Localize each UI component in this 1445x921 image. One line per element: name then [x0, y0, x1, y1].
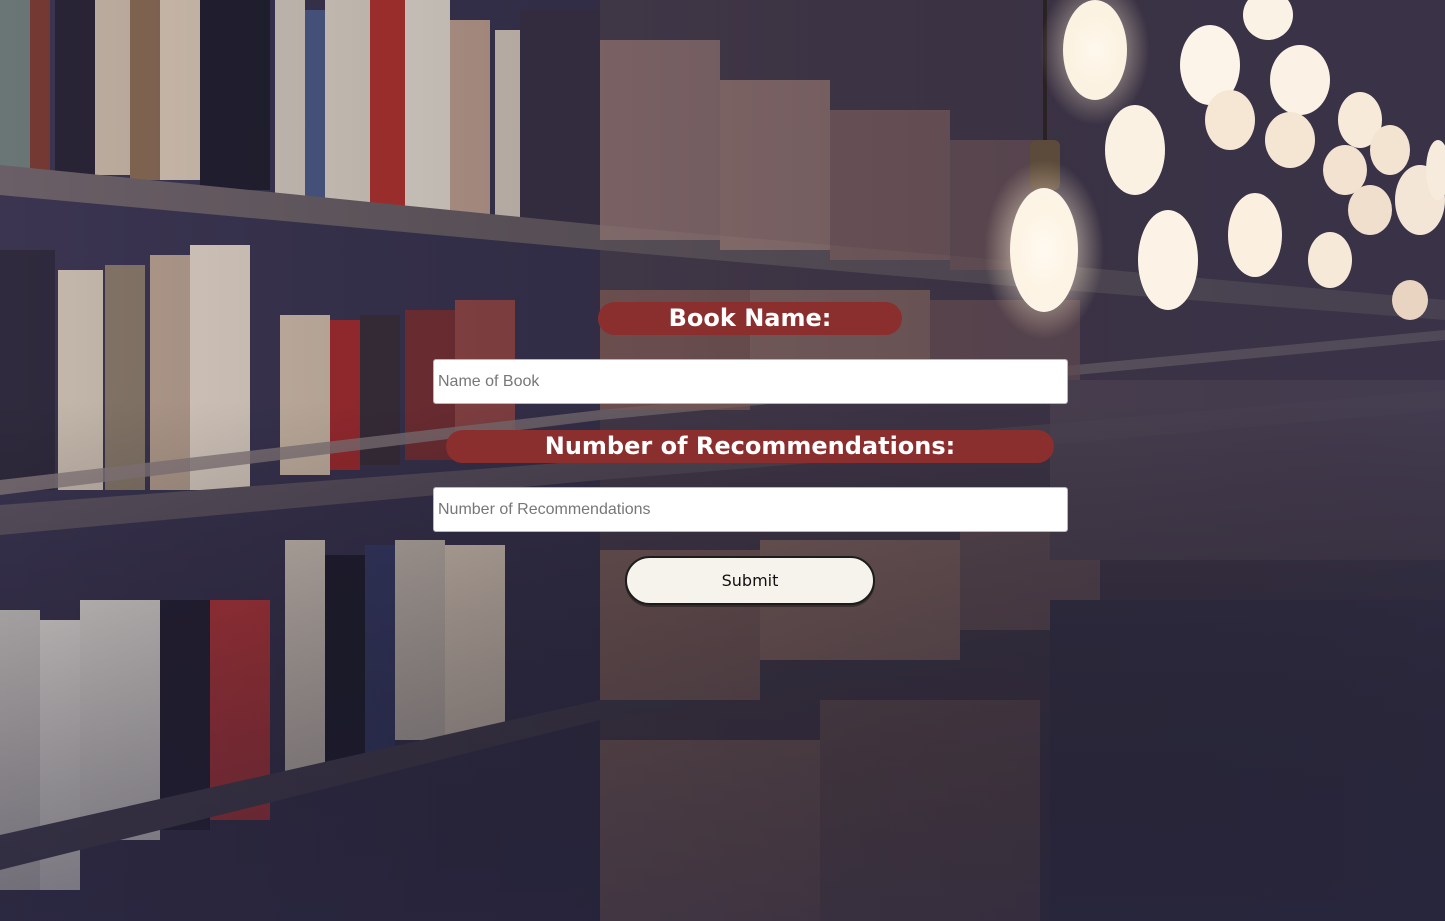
recommendations-count-input[interactable]: [433, 487, 1068, 532]
book-name-input[interactable]: [433, 359, 1068, 404]
submit-button[interactable]: Submit: [625, 556, 875, 605]
recommendations-count-label: Number of Recommendations:: [446, 430, 1054, 463]
book-name-label: Book Name:: [598, 302, 902, 335]
